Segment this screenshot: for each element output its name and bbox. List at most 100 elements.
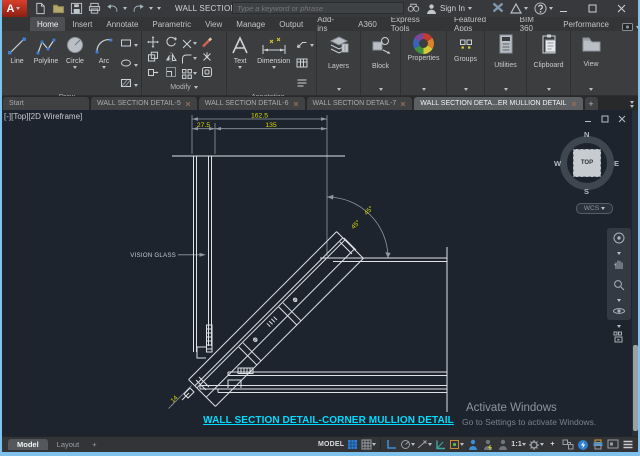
scale-button[interactable] — [165, 65, 177, 83]
doc-restore-icon[interactable] — [601, 115, 609, 123]
clipboard-panel-caret[interactable] — [547, 88, 551, 91]
viewcube-east[interactable]: E — [614, 159, 619, 168]
collaborate-button[interactable] — [561, 438, 574, 451]
close-tab-icon[interactable] — [293, 101, 299, 107]
leader-button[interactable] — [296, 36, 308, 54]
sign-in-button[interactable]: Sign In — [426, 3, 472, 15]
polyline-button[interactable]: Polyline — [33, 33, 60, 65]
circle-caret[interactable] — [73, 66, 77, 69]
tab-addins[interactable]: Add-ins — [310, 17, 351, 31]
osnap-button[interactable] — [434, 438, 447, 451]
arc-caret[interactable] — [102, 66, 106, 69]
ortho-button[interactable] — [385, 438, 398, 451]
redo-dropdown-caret[interactable] — [149, 7, 153, 10]
zoom-caret[interactable] — [617, 299, 621, 302]
layout-tab[interactable]: Layout — [48, 439, 89, 450]
tab-bim360[interactable]: BIM 360 — [513, 17, 557, 31]
stretch-button[interactable] — [147, 65, 159, 83]
minimize-button[interactable] — [549, 0, 578, 17]
close-tab-icon[interactable] — [571, 101, 577, 107]
viewcube-top-face[interactable]: TOP — [573, 149, 601, 177]
open-button[interactable] — [51, 2, 65, 15]
tab-manage[interactable]: Manage — [229, 17, 272, 31]
close-tab-icon[interactable] — [185, 101, 191, 107]
tab-a360[interactable]: A360 — [351, 17, 384, 31]
search-binoculars-button[interactable] — [407, 0, 420, 18]
tab-featured-apps[interactable]: Featured Apps — [447, 17, 513, 31]
fillet-button[interactable] — [181, 53, 197, 65]
isolate-objects-button[interactable]: + — [546, 438, 559, 451]
utilities-panel-caret[interactable] — [504, 88, 508, 91]
file-tab-detail5[interactable]: WALL SECTION DETAIL-5 — [91, 97, 197, 110]
maximize-button[interactable] — [578, 0, 607, 17]
osnap-tracking-caret[interactable] — [428, 443, 432, 446]
model-indicator[interactable]: MODEL — [318, 441, 344, 448]
ellipse-button[interactable] — [120, 56, 132, 74]
trim-caret[interactable] — [193, 42, 197, 45]
customize-qat-caret[interactable] — [157, 7, 161, 10]
viewcube[interactable]: N S W E TOP — [556, 132, 618, 194]
file-tab-corner-mullion[interactable]: WALL SECTION DETA...ER MULLION DETAIL — [414, 97, 582, 110]
fillet-caret[interactable] — [193, 57, 197, 60]
block-button[interactable] — [369, 33, 393, 62]
layers-button[interactable] — [327, 33, 351, 62]
viewport-controls-label[interactable]: [-][Top][2D Wireframe] — [4, 112, 82, 121]
tab-home[interactable]: Home — [30, 17, 65, 31]
navigation-wheel-button[interactable] — [612, 231, 626, 250]
application-menu-button[interactable]: A — [0, 0, 27, 17]
trim-button[interactable] — [181, 38, 197, 50]
tab-output[interactable]: Output — [272, 17, 310, 31]
wcs-menu[interactable]: WCS — [576, 203, 613, 214]
new-file-button[interactable] — [33, 2, 47, 15]
plot-status-button[interactable] — [591, 438, 604, 451]
pan-button[interactable] — [612, 257, 626, 276]
dimension-caret[interactable] — [272, 66, 276, 69]
orbit-caret[interactable] — [617, 325, 621, 328]
tab-insert[interactable]: Insert — [65, 17, 99, 31]
new-drawing-tab-button[interactable]: + — [585, 97, 598, 110]
hatch-button[interactable] — [120, 76, 132, 94]
navbar-caret[interactable] — [617, 252, 621, 255]
osnap-3d-caret[interactable] — [460, 443, 464, 446]
show-motion-button[interactable] — [612, 330, 626, 349]
search-box[interactable] — [232, 2, 404, 14]
snap-grid-button[interactable] — [346, 438, 359, 451]
properties-panel-caret[interactable] — [422, 88, 426, 91]
clipboard-button[interactable] — [538, 33, 560, 61]
rectangle-button[interactable] — [120, 36, 132, 54]
search-input[interactable] — [233, 4, 403, 13]
drawing-viewport[interactable]: 162.5 27.5 135 45° 45° 14 VISION GLASS [… — [0, 110, 640, 436]
polar-caret[interactable] — [411, 443, 415, 446]
hatch-caret[interactable] — [134, 84, 138, 87]
grid-display-button[interactable] — [361, 438, 376, 451]
exchange-apps-button[interactable] — [510, 3, 528, 14]
orbit-button[interactable] — [612, 304, 626, 323]
file-tab-detail7[interactable]: WALL SECTION DETAIL-7 — [307, 97, 413, 110]
dimension-button[interactable]: Dimension — [253, 33, 294, 69]
table-button[interactable] — [296, 56, 308, 74]
viewcube-north[interactable]: N — [584, 130, 589, 139]
layers-panel-caret[interactable] — [337, 88, 341, 91]
annotation-visibility-button[interactable] — [466, 438, 479, 451]
close-button[interactable] — [607, 0, 636, 17]
tab-view[interactable]: View — [198, 17, 229, 31]
utilities-button[interactable] — [495, 33, 517, 61]
annotation-monitor-button[interactable] — [496, 438, 509, 451]
undo-button[interactable] — [105, 2, 119, 15]
arc-button[interactable]: Arc — [91, 33, 118, 69]
circle-button[interactable]: Circle — [62, 33, 89, 69]
doc-close-icon[interactable] — [618, 115, 626, 123]
file-tab-start[interactable]: Start — [3, 97, 89, 110]
autodesk-360-button[interactable] — [492, 0, 504, 18]
viewcube-south[interactable]: S — [584, 187, 589, 196]
doc-minimize-icon[interactable] — [584, 115, 592, 123]
rectangle-caret[interactable] — [134, 44, 138, 47]
workspace-caret[interactable] — [540, 443, 544, 446]
offset-button[interactable] — [201, 65, 213, 83]
new-layout-button[interactable]: + — [88, 439, 100, 450]
model-space-tab[interactable]: Model — [8, 439, 48, 450]
zoom-button[interactable] — [612, 278, 626, 297]
array-caret[interactable] — [193, 72, 197, 75]
text-button[interactable]: Text — [229, 33, 251, 69]
osnap-3d-button[interactable] — [449, 438, 464, 451]
